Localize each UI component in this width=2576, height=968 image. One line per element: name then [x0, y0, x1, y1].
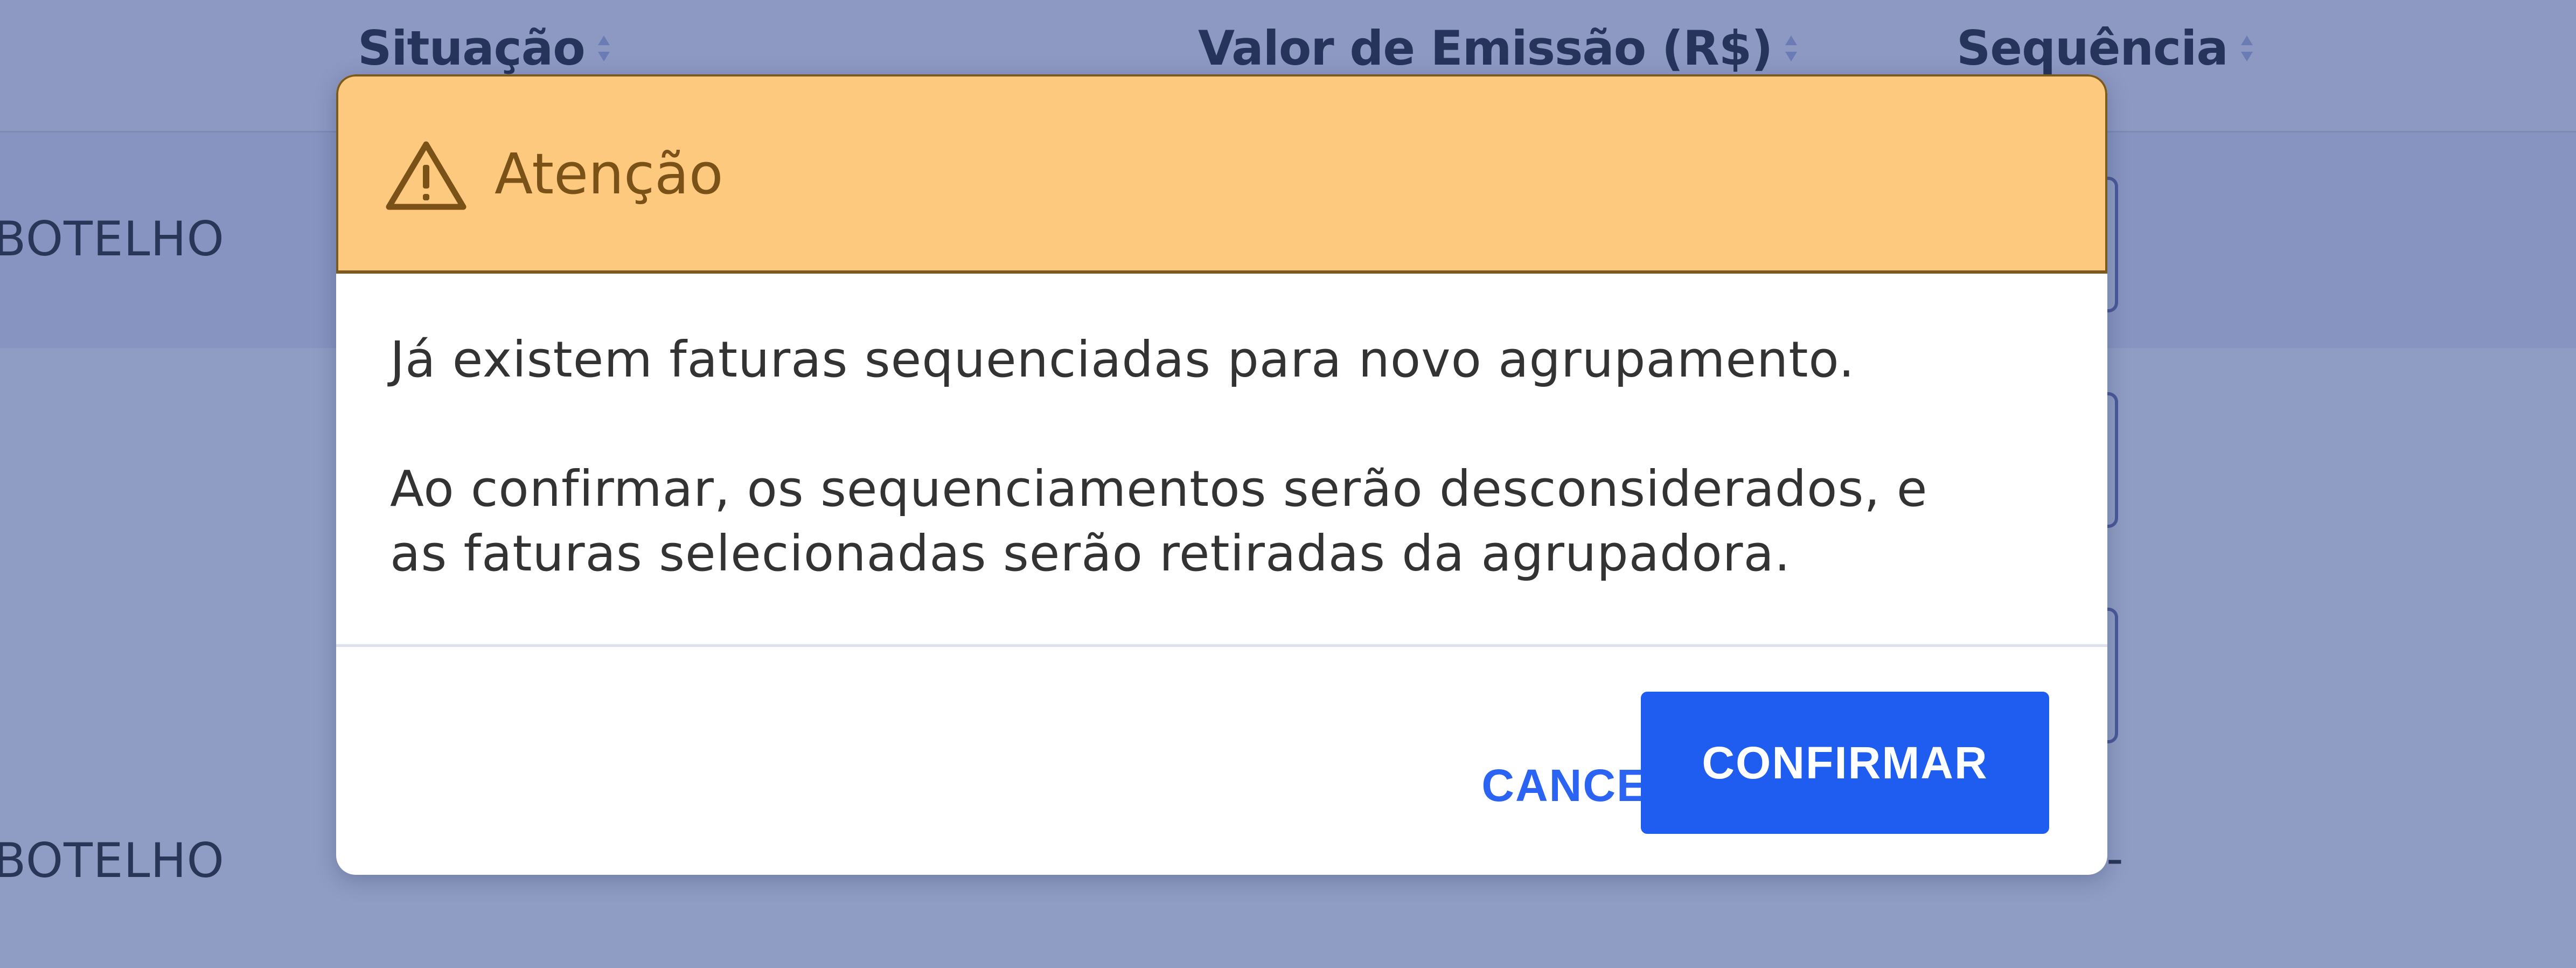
confirmation-dialog: Atenção Já existem faturas sequenciadas … [336, 74, 2107, 875]
column-header-valor-emissao[interactable]: Valor de Emissão (R$) [1198, 20, 1798, 76]
column-header-situacao[interactable]: Situação [358, 20, 611, 76]
dialog-divider [336, 644, 2107, 647]
dialog-title: Atenção [495, 141, 723, 207]
dialog-header: Atenção [336, 74, 2107, 274]
sort-icon[interactable] [1784, 32, 1798, 65]
sort-icon[interactable] [2240, 32, 2254, 65]
column-header-sequencia-label: Sequência [1957, 20, 2229, 76]
column-header-valor-emissao-label: Valor de Emissão (R$) [1198, 20, 1773, 76]
dialog-message-existing-sequences: Já existem faturas sequenciadas para nov… [390, 331, 1855, 388]
dialog-message-consequence-line-2: as faturas selecionadas serão retiradas … [390, 525, 1791, 582]
sort-icon[interactable] [597, 32, 611, 65]
column-header-situacao-label: Situação [358, 20, 586, 76]
name-cell: BOTELHO [0, 211, 225, 267]
warning-triangle-icon [386, 140, 467, 211]
page: Situação Valor de Emissão (R$) Sequência… [0, 0, 2576, 968]
dialog-message-consequence-line-1: Ao confirmar, os sequenciamentos serão d… [390, 460, 1928, 518]
dialog-body: Já existem faturas sequenciadas para nov… [390, 328, 2060, 586]
column-header-sequencia[interactable]: Sequência [1957, 20, 2254, 76]
confirm-button[interactable]: CONFIRMAR [1641, 692, 2049, 834]
sequence-value: - [2106, 831, 2124, 886]
name-cell: BOTELHO [0, 833, 225, 888]
